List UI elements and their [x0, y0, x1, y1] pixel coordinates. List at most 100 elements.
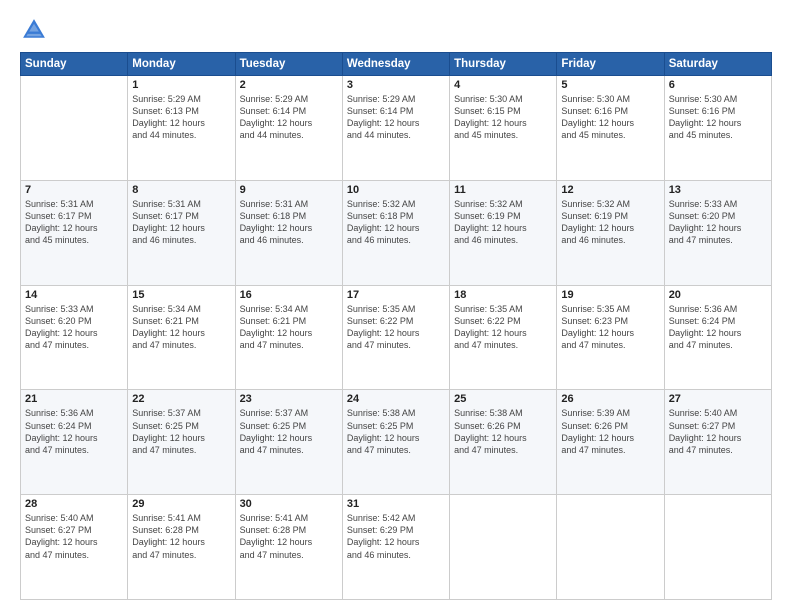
calendar-week-1: 1Sunrise: 5:29 AM Sunset: 6:13 PM Daylig…	[21, 76, 772, 181]
calendar-week-2: 7 Sunrise: 5:31 AM Sunset: 6:17 PM Daylig…	[21, 180, 772, 285]
day-info: Sunrise: 5:35 AM Sunset: 6:23 PM Dayligh…	[561, 303, 659, 352]
day-number: 20	[669, 289, 767, 301]
calendar-cell: 23 Sunrise: 5:37 AM Sunset: 6:25 PM Dayli…	[235, 390, 342, 495]
calendar-cell: 21 Sunrise: 5:36 AM Sunset: 6:24 PM Dayli…	[21, 390, 128, 495]
day-info: Sunrise: 5:31 AM Sunset: 6:18 PM Dayligh…	[240, 198, 338, 247]
calendar-cell: 22Sunrise: 5:37 AM Sunset: 6:25 PM Dayli…	[128, 390, 235, 495]
day-info: Sunrise: 5:39 AM Sunset: 6:26 PM Dayligh…	[561, 407, 659, 456]
calendar-cell: 31 Sunrise: 5:42 AM Sunset: 6:29 PM Dayli…	[342, 495, 449, 600]
calendar-cell: 3 Sunrise: 5:29 AM Sunset: 6:14 PM Daylig…	[342, 76, 449, 181]
day-number: 26	[561, 393, 659, 405]
calendar-table: SundayMondayTuesdayWednesdayThursdayFrid…	[20, 52, 772, 600]
calendar-cell: 16 Sunrise: 5:34 AM Sunset: 6:21 PM Dayli…	[235, 285, 342, 390]
day-info: Sunrise: 5:31 AM Sunset: 6:17 PM Dayligh…	[132, 198, 230, 247]
day-number: 19	[561, 289, 659, 301]
day-info: Sunrise: 5:32 AM Sunset: 6:18 PM Dayligh…	[347, 198, 445, 247]
day-number: 2	[240, 79, 338, 91]
day-number: 8	[132, 184, 230, 196]
day-number: 28	[25, 498, 123, 510]
calendar-week-3: 14 Sunrise: 5:33 AM Sunset: 6:20 PM Dayli…	[21, 285, 772, 390]
calendar-cell: 20 Sunrise: 5:36 AM Sunset: 6:24 PM Dayli…	[664, 285, 771, 390]
calendar-cell: 27 Sunrise: 5:40 AM Sunset: 6:27 PM Dayli…	[664, 390, 771, 495]
day-info: Sunrise: 5:42 AM Sunset: 6:29 PM Dayligh…	[347, 512, 445, 561]
day-number: 3	[347, 79, 445, 91]
day-number: 30	[240, 498, 338, 510]
calendar-cell	[557, 495, 664, 600]
day-number: 10	[347, 184, 445, 196]
page: SundayMondayTuesdayWednesdayThursdayFrid…	[0, 0, 792, 612]
calendar-header-saturday: Saturday	[664, 53, 771, 76]
day-number: 16	[240, 289, 338, 301]
calendar-cell: 10 Sunrise: 5:32 AM Sunset: 6:18 PM Dayli…	[342, 180, 449, 285]
calendar-cell: 7 Sunrise: 5:31 AM Sunset: 6:17 PM Daylig…	[21, 180, 128, 285]
day-info: Sunrise: 5:37 AM Sunset: 6:25 PM Dayligh…	[240, 407, 338, 456]
day-info: Sunrise: 5:33 AM Sunset: 6:20 PM Dayligh…	[25, 303, 123, 352]
calendar-cell: 29 Sunrise: 5:41 AM Sunset: 6:28 PM Dayli…	[128, 495, 235, 600]
day-info: Sunrise: 5:36 AM Sunset: 6:24 PM Dayligh…	[25, 407, 123, 456]
day-number: 6	[669, 79, 767, 91]
day-info: Sunrise: 5:40 AM Sunset: 6:27 PM Dayligh…	[25, 512, 123, 561]
calendar-cell: 12 Sunrise: 5:32 AM Sunset: 6:19 PM Dayli…	[557, 180, 664, 285]
day-info: Sunrise: 5:33 AM Sunset: 6:20 PM Dayligh…	[669, 198, 767, 247]
calendar-header-friday: Friday	[557, 53, 664, 76]
day-number: 12	[561, 184, 659, 196]
day-number: 11	[454, 184, 552, 196]
day-info: Sunrise: 5:30 AM Sunset: 6:15 PM Dayligh…	[454, 93, 552, 142]
day-info: Sunrise: 5:32 AM Sunset: 6:19 PM Dayligh…	[561, 198, 659, 247]
calendar-cell: 14 Sunrise: 5:33 AM Sunset: 6:20 PM Dayli…	[21, 285, 128, 390]
day-number: 17	[347, 289, 445, 301]
calendar-cell	[664, 495, 771, 600]
day-number: 27	[669, 393, 767, 405]
calendar-cell: 8 Sunrise: 5:31 AM Sunset: 6:17 PM Daylig…	[128, 180, 235, 285]
calendar-week-5: 28 Sunrise: 5:40 AM Sunset: 6:27 PM Dayli…	[21, 495, 772, 600]
day-number: 22	[132, 393, 230, 405]
day-number: 31	[347, 498, 445, 510]
day-info: Sunrise: 5:29 AM Sunset: 6:14 PM Dayligh…	[347, 93, 445, 142]
day-number: 29	[132, 498, 230, 510]
day-info: Sunrise: 5:38 AM Sunset: 6:25 PM Dayligh…	[347, 407, 445, 456]
day-number: 4	[454, 79, 552, 91]
calendar-cell: 5Sunrise: 5:30 AM Sunset: 6:16 PM Daylig…	[557, 76, 664, 181]
day-info: Sunrise: 5:31 AM Sunset: 6:17 PM Dayligh…	[25, 198, 123, 247]
calendar-cell	[21, 76, 128, 181]
day-number: 21	[25, 393, 123, 405]
day-info: Sunrise: 5:35 AM Sunset: 6:22 PM Dayligh…	[347, 303, 445, 352]
day-info: Sunrise: 5:35 AM Sunset: 6:22 PM Dayligh…	[454, 303, 552, 352]
day-number: 13	[669, 184, 767, 196]
calendar-cell: 9Sunrise: 5:31 AM Sunset: 6:18 PM Daylig…	[235, 180, 342, 285]
calendar-cell: 11Sunrise: 5:32 AM Sunset: 6:19 PM Dayli…	[450, 180, 557, 285]
day-number: 1	[132, 79, 230, 91]
calendar-cell: 15 Sunrise: 5:34 AM Sunset: 6:21 PM Dayli…	[128, 285, 235, 390]
generalblue-icon	[20, 16, 48, 44]
calendar-cell: 18 Sunrise: 5:35 AM Sunset: 6:22 PM Dayli…	[450, 285, 557, 390]
calendar-cell: 25Sunrise: 5:38 AM Sunset: 6:26 PM Dayli…	[450, 390, 557, 495]
calendar-cell: 1Sunrise: 5:29 AM Sunset: 6:13 PM Daylig…	[128, 76, 235, 181]
calendar-cell: 24 Sunrise: 5:38 AM Sunset: 6:25 PM Dayli…	[342, 390, 449, 495]
day-number: 7	[25, 184, 123, 196]
calendar-cell: 28 Sunrise: 5:40 AM Sunset: 6:27 PM Dayli…	[21, 495, 128, 600]
day-info: Sunrise: 5:36 AM Sunset: 6:24 PM Dayligh…	[669, 303, 767, 352]
calendar-cell: 4 Sunrise: 5:30 AM Sunset: 6:15 PM Daylig…	[450, 76, 557, 181]
calendar-header-row: SundayMondayTuesdayWednesdayThursdayFrid…	[21, 53, 772, 76]
calendar-cell	[450, 495, 557, 600]
header	[20, 16, 772, 44]
calendar-cell: 19 Sunrise: 5:35 AM Sunset: 6:23 PM Dayli…	[557, 285, 664, 390]
calendar-header-monday: Monday	[128, 53, 235, 76]
day-info: Sunrise: 5:40 AM Sunset: 6:27 PM Dayligh…	[669, 407, 767, 456]
calendar-header-sunday: Sunday	[21, 53, 128, 76]
calendar-cell: 26 Sunrise: 5:39 AM Sunset: 6:26 PM Dayli…	[557, 390, 664, 495]
day-number: 24	[347, 393, 445, 405]
day-number: 14	[25, 289, 123, 301]
day-number: 15	[132, 289, 230, 301]
day-number: 18	[454, 289, 552, 301]
day-number: 23	[240, 393, 338, 405]
day-info: Sunrise: 5:38 AM Sunset: 6:26 PM Dayligh…	[454, 407, 552, 456]
day-info: Sunrise: 5:34 AM Sunset: 6:21 PM Dayligh…	[132, 303, 230, 352]
logo	[20, 16, 52, 44]
day-info: Sunrise: 5:30 AM Sunset: 6:16 PM Dayligh…	[561, 93, 659, 142]
day-info: Sunrise: 5:34 AM Sunset: 6:21 PM Dayligh…	[240, 303, 338, 352]
calendar-cell: 2Sunrise: 5:29 AM Sunset: 6:14 PM Daylig…	[235, 76, 342, 181]
day-info: Sunrise: 5:41 AM Sunset: 6:28 PM Dayligh…	[132, 512, 230, 561]
calendar-cell: 6Sunrise: 5:30 AM Sunset: 6:16 PM Daylig…	[664, 76, 771, 181]
calendar-header-wednesday: Wednesday	[342, 53, 449, 76]
